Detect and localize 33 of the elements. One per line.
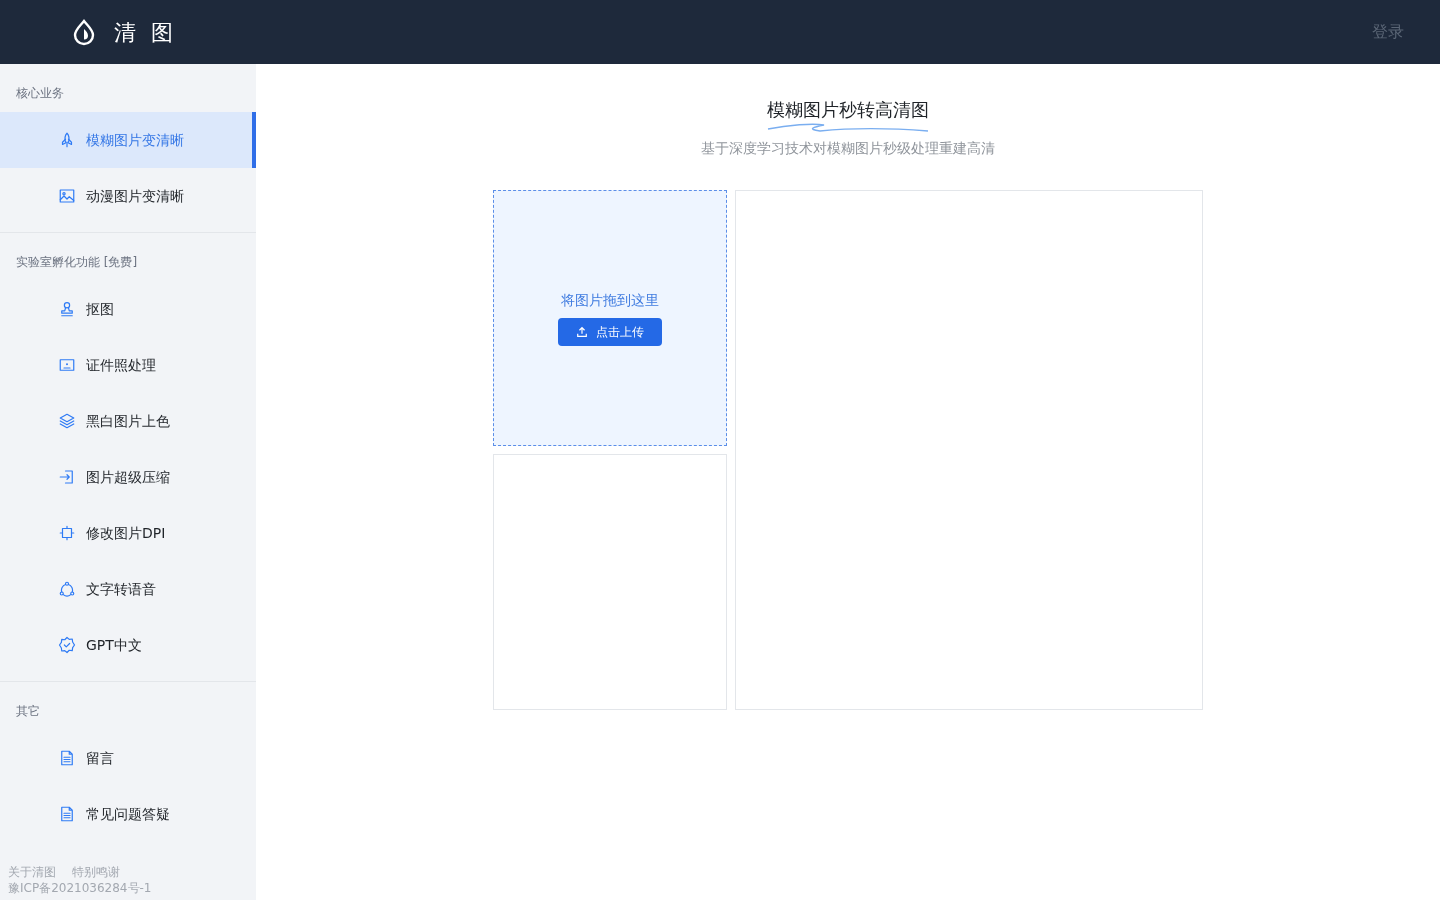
image-icon	[58, 187, 76, 205]
icp-number: 豫ICP备2021036284号-1	[8, 880, 153, 896]
document-icon	[58, 805, 76, 823]
section-title: 核心业务	[16, 86, 64, 100]
sidebar-item[interactable]: 留言	[0, 730, 256, 786]
verified-badge-icon	[58, 636, 76, 654]
sidebar-item[interactable]: 黑白图片上色	[0, 393, 256, 449]
upload-icon	[576, 326, 588, 338]
id-card-icon	[58, 356, 76, 374]
squiggle-underline-icon	[766, 120, 930, 134]
arrow-into-box-icon	[58, 468, 76, 486]
sidebar-item[interactable]: GPT中文	[0, 617, 256, 673]
drop-hint: 将图片拖到这里	[561, 291, 659, 310]
section-title: 其它	[16, 704, 40, 718]
upload-dropzone[interactable]: 将图片拖到这里 点击上传	[493, 190, 727, 446]
sidebar-item[interactable]: 抠图	[0, 281, 256, 337]
document-icon	[58, 749, 76, 767]
layers-icon	[58, 412, 76, 430]
upload-button[interactable]: 点击上传	[558, 318, 662, 346]
nodes-icon	[58, 580, 76, 598]
sidebar-item[interactable]: 证件照处理	[0, 337, 256, 393]
crop-icon	[58, 524, 76, 542]
sidebar-item[interactable]: 文字转语音	[0, 561, 256, 617]
page-subtitle: 基于深度学习技术对模糊图片秒级处理重建高清	[701, 139, 995, 158]
sidebar-item[interactable]: 常见问题答疑	[0, 786, 256, 842]
sidebar-item[interactable]: 动漫图片变清晰	[0, 168, 256, 224]
sidebar-item[interactable]: 图片超级压缩	[0, 449, 256, 505]
stamp-icon	[58, 300, 76, 318]
logo-text: 清 图	[114, 18, 177, 47]
sidebar-item[interactable]: 模糊图片变清晰	[0, 112, 256, 168]
page-title: 模糊图片秒转高清图	[767, 98, 929, 122]
section-title: 实验室孵化功能 [免费]	[16, 255, 138, 269]
sidebar-item[interactable]: 修改图片DPI	[0, 505, 256, 561]
